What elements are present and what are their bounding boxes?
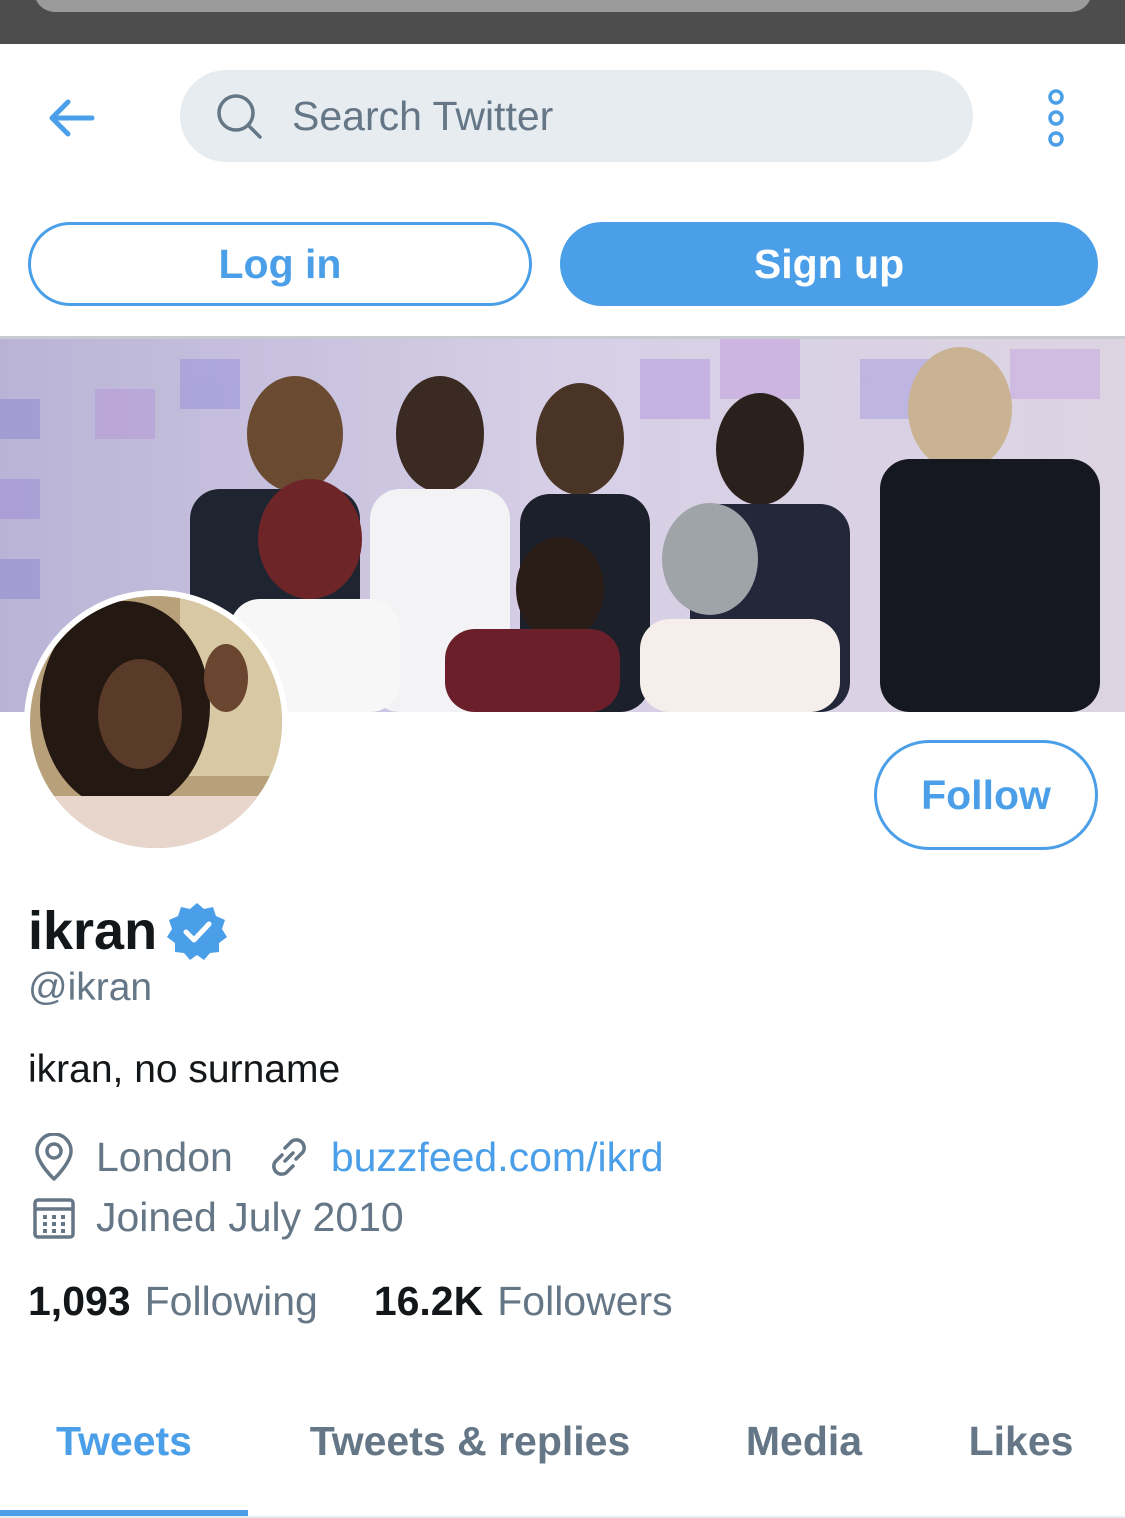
profile-tabs: Tweets Tweets & replies Media Likes [0, 1390, 1125, 1518]
followers-stat[interactable]: 16.2K Followers [374, 1278, 673, 1325]
profile-joined-date: Joined July 2010 [96, 1193, 404, 1240]
profile-name-row: ikran [28, 896, 228, 966]
avatar[interactable] [24, 590, 288, 854]
top-header [0, 44, 1125, 194]
tab-media[interactable]: Media [720, 1390, 888, 1492]
profile-location: London [96, 1133, 233, 1180]
more-options-button[interactable] [1030, 80, 1082, 156]
profile-meta-location-link: London buzzfeed.com/ikrd [28, 1132, 664, 1182]
browser-url-bar[interactable] [34, 0, 1092, 12]
signup-button[interactable]: Sign up [560, 222, 1098, 306]
following-stat[interactable]: 1,093 Following [28, 1278, 318, 1325]
more-vertical-icon [1048, 89, 1064, 147]
avatar-photo [30, 596, 282, 848]
follow-button[interactable]: Follow [874, 740, 1098, 850]
calendar-icon [28, 1192, 80, 1242]
followers-label: Followers [497, 1277, 673, 1324]
location-pin-icon [28, 1132, 80, 1182]
followers-count: 16.2K [373, 1277, 484, 1324]
profile-website-link[interactable]: buzzfeed.com/ikrd [331, 1134, 664, 1181]
following-count: 1,093 [28, 1277, 131, 1324]
profile-stats: 1,093 Following 16.2K Followers [28, 1276, 673, 1326]
tab-likes[interactable]: Likes [940, 1390, 1102, 1492]
verified-badge-icon [167, 901, 228, 961]
search-bar[interactable] [180, 70, 973, 162]
tab-tweets-and-replies[interactable]: Tweets & replies [280, 1390, 660, 1492]
link-icon [263, 1132, 315, 1182]
profile-meta-joined: Joined July 2010 [28, 1192, 404, 1242]
search-icon [214, 91, 264, 141]
following-label: Following [144, 1277, 318, 1324]
login-button[interactable]: Log in [28, 222, 532, 306]
arrow-left-icon [49, 99, 95, 137]
display-name: ikran [28, 901, 158, 961]
search-input[interactable] [292, 92, 932, 140]
profile-handle: @ikran [28, 966, 153, 1009]
auth-buttons: Log in Sign up [0, 222, 1125, 306]
active-tab-indicator [0, 1510, 248, 1516]
back-button[interactable] [40, 88, 100, 148]
tab-tweets[interactable]: Tweets [0, 1390, 248, 1492]
profile-bio: ikran, no surname [28, 1048, 341, 1091]
browser-toolbar [0, 0, 1125, 44]
